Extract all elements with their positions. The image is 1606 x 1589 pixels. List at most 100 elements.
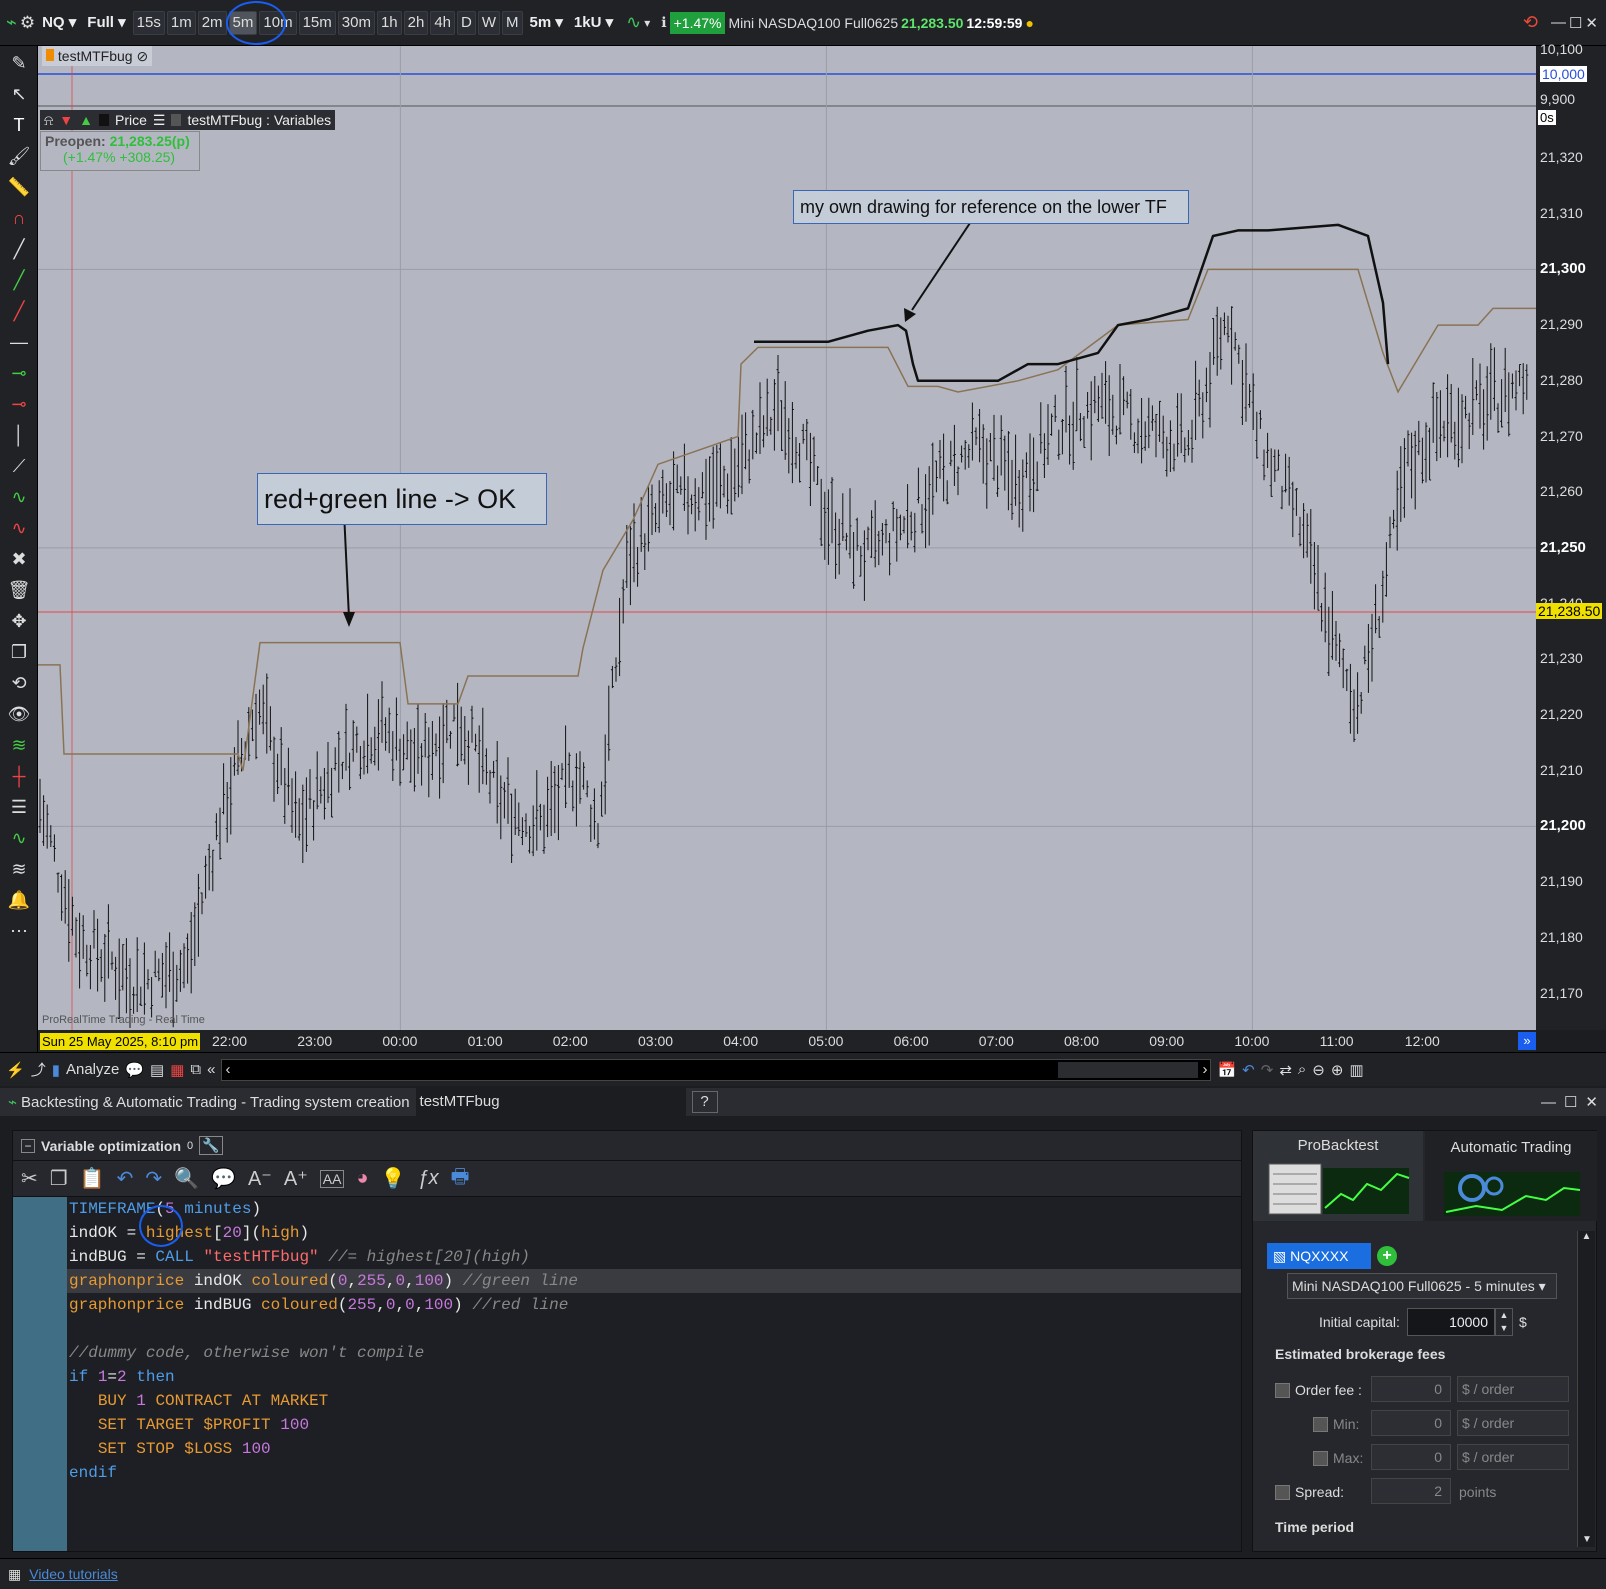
pencil-icon[interactable]: ✎ [4, 49, 34, 77]
chevron-down-icon[interactable]: ▾ [644, 16, 650, 30]
chat-icon[interactable]: 💬 [125, 1061, 144, 1079]
timeframe-4h[interactable]: 4h [430, 10, 456, 35]
bell-icon[interactable]: ⍾ [44, 110, 53, 130]
hline-icon[interactable]: — [4, 328, 34, 356]
panel-close-icon[interactable]: ✕ [1585, 1093, 1598, 1111]
more-icon[interactable]: ⋯ [4, 917, 34, 945]
symbol-dropdown[interactable]: NQ ▾ [38, 11, 80, 35]
vline-icon[interactable]: │ [4, 421, 34, 449]
min-fee-checkbox[interactable] [1313, 1417, 1328, 1432]
timeframe-15s[interactable]: 15s [132, 10, 165, 35]
scroll-right-icon[interactable]: » [1518, 1032, 1536, 1050]
collapse-toggle-icon[interactable]: − [21, 1138, 35, 1153]
zoom-out-icon[interactable]: ⊖ [1312, 1061, 1325, 1079]
green-eq-icon[interactable]: ≋ [4, 731, 34, 759]
grid-icon[interactable]: ▦ [170, 1061, 184, 1079]
view-dropdown[interactable]: Full ▾ [83, 11, 129, 35]
zoom-fit-icon[interactable]: ⌕ [1298, 1061, 1306, 1078]
legend-vars[interactable]: testMTFbug : Variables [187, 110, 331, 130]
alert-icon[interactable]: 🔔 [4, 886, 34, 914]
timeframe-M[interactable]: M [502, 10, 523, 35]
instrument-select[interactable]: Mini NASDAQ100 Full0625 - 5 minutes ▾ [1287, 1273, 1557, 1299]
cursor-icon[interactable]: ↖ [4, 80, 34, 108]
order-fee-input[interactable]: 0 [1371, 1376, 1451, 1402]
eq-icon[interactable]: ≋ [4, 855, 34, 883]
timeframe-2h[interactable]: 2h [403, 10, 429, 35]
filter-icon[interactable]: ☰ [4, 793, 34, 821]
timeframe-W[interactable]: W [477, 10, 501, 35]
max-fee-unit[interactable]: $ / order [1457, 1444, 1569, 1470]
copy-icon[interactable]: ❐ [4, 638, 34, 666]
window-icon[interactable]: ⧉ [190, 1061, 201, 1078]
red-hline-icon[interactable]: ⊸ [4, 390, 34, 418]
increase-font-icon[interactable]: A⁺ [284, 1166, 308, 1191]
legend-price[interactable]: Price [115, 110, 147, 130]
code-area[interactable]: TIMEFRAME(5 minutes) indOK = highest[20]… [67, 1197, 1241, 1551]
sell-icon[interactable]: ▼ [59, 110, 73, 130]
tab-automatic-trading[interactable]: Automatic Trading [1425, 1131, 1597, 1221]
timeframe-1h[interactable]: 1h [376, 10, 402, 35]
panel-maximize-icon[interactable]: ☐ [1564, 1093, 1577, 1111]
color-wheel-icon[interactable]: ◕ [356, 1167, 368, 1190]
list-icon[interactable]: ☰ [153, 110, 166, 130]
timeframe-D[interactable]: D [457, 10, 476, 35]
print-icon[interactable]: 🖶 [451, 1162, 470, 1196]
redo-edit-icon[interactable]: ↷ [145, 1166, 162, 1191]
help-icon[interactable]: ? [691, 1091, 718, 1113]
wrench-icon[interactable]: 🔧 [199, 1136, 223, 1155]
code-line-8[interactable]: if 1=2 then [67, 1365, 1241, 1389]
code-line-4[interactable]: graphonprice indOK coloured(0,255,0,100)… [67, 1269, 1241, 1293]
green-hline-icon[interactable]: ⊸ [4, 359, 34, 387]
red-line-icon[interactable]: ╱ [4, 297, 34, 325]
units-dropdown[interactable]: 1kU ▾ [570, 11, 617, 35]
settings-icon[interactable]: ⚙ [20, 13, 35, 33]
paint-icon[interactable]: 🖌 [4, 142, 34, 170]
code-line-11[interactable]: SET STOP $LOSS 100 [67, 1437, 1241, 1461]
close-icon[interactable]: ✕ [1585, 14, 1598, 32]
comment-icon[interactable]: 💬 [211, 1166, 236, 1191]
magnet-icon[interactable]: ∩ [4, 204, 34, 232]
ruler-icon[interactable]: 📏 [4, 173, 34, 201]
code-line-10[interactable]: SET TARGET $PROFIT 100 [67, 1413, 1241, 1437]
maximize-icon[interactable]: ☐ [1569, 14, 1582, 32]
panel-minimize-icon[interactable]: — [1541, 1094, 1556, 1111]
share-icon[interactable]: ⤴ [31, 1059, 46, 1080]
ai-pattern-icon[interactable]: ∿ [4, 514, 34, 542]
hide-eye-icon[interactable]: ⊘ [136, 48, 148, 64]
code-line-2[interactable]: indOK = highest[20](high) [67, 1221, 1241, 1245]
analyze-icon[interactable]: ▮ [52, 1061, 60, 1079]
trend-icon[interactable]: ⚡ [6, 1061, 25, 1079]
timeframe-15m[interactable]: 15m [298, 10, 336, 35]
code-line-7[interactable]: //dummy code, otherwise won't compile [67, 1341, 1241, 1365]
capital-stepper[interactable]: ▲ ▼ [1495, 1308, 1513, 1336]
minimize-icon[interactable]: — [1551, 14, 1566, 31]
ai-trend-icon[interactable]: ∿ [4, 483, 34, 511]
annotation-ok[interactable]: red+green line -> OK [257, 473, 547, 525]
code-line-3[interactable]: indBUG = CALL "testHTFbug" //= highest[2… [67, 1245, 1241, 1269]
search-icon[interactable]: 🔍 [174, 1166, 199, 1191]
timeframe-2m[interactable]: 2m [197, 10, 227, 35]
analyze-button[interactable]: Analyze [66, 1061, 119, 1078]
min-fee-unit[interactable]: $ / order [1457, 1410, 1569, 1436]
spread-input[interactable]: 2 [1371, 1478, 1451, 1504]
code-line-5[interactable]: graphonprice indBUG coloured(255,0,0,100… [67, 1293, 1241, 1317]
refresh-icon[interactable]: ⟲ [4, 669, 34, 697]
line-icon[interactable]: ╱ [4, 235, 34, 263]
font-style-icon[interactable]: AA [319, 1169, 345, 1188]
red-bar-icon[interactable]: ┼ [4, 762, 34, 790]
spread-checkbox[interactable] [1275, 1485, 1290, 1500]
redo-icon[interactable]: ↷ [1261, 1061, 1274, 1079]
chart-area[interactable]: testMTFbug ⊘ ⍾ ▼ ▲ Price ☰ testMTFbug : … [38, 46, 1536, 1030]
symbol-button[interactable]: ▧ NQXXXX [1267, 1243, 1371, 1269]
min-fee-input[interactable]: 0 [1371, 1410, 1451, 1436]
horizontal-scrollbar[interactable]: ‹ › [221, 1058, 1212, 1081]
tools-icon[interactable]: ✖ [4, 545, 34, 573]
timeframe-1m[interactable]: 1m [166, 10, 196, 35]
eye-icon[interactable]: 👁 [4, 700, 34, 728]
tab-probacktest[interactable]: ProBacktest [1253, 1131, 1423, 1221]
max-fee-input[interactable]: 0 [1371, 1444, 1451, 1470]
trash-icon[interactable]: 🗑 [4, 576, 34, 604]
collapse-icon[interactable]: « [207, 1061, 215, 1078]
text-icon[interactable]: T [4, 111, 34, 139]
paste-icon[interactable]: 📋 [80, 1166, 105, 1191]
